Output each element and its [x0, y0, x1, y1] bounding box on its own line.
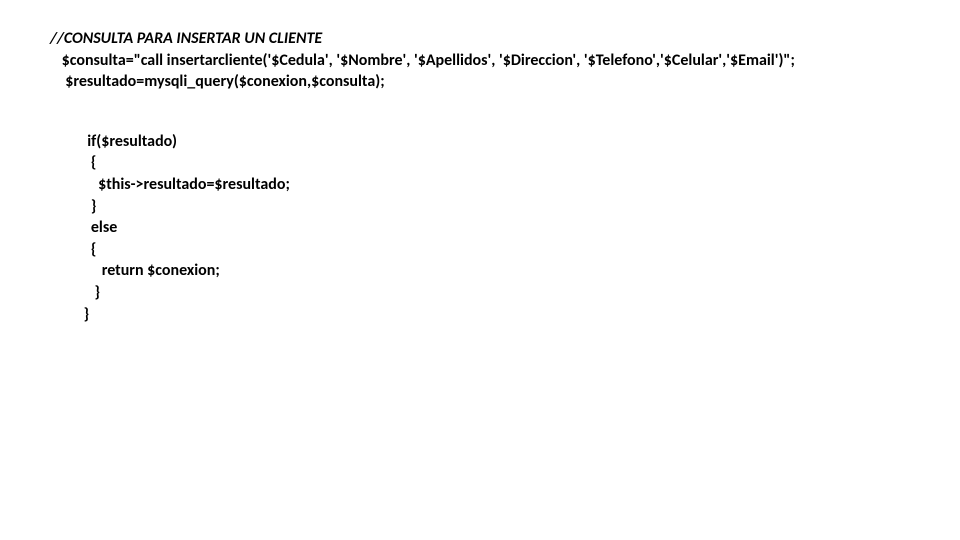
code-line-else: else	[80, 217, 910, 239]
code-line-consulta: $consulta="call insertarcliente('$Cedula…	[50, 50, 910, 72]
code-line-brace-close-1: }	[80, 196, 910, 218]
code-comment: //CONSULTA PARA INSERTAR UN CLIENTE	[50, 28, 910, 50]
code-line-brace-close-2: }	[80, 282, 910, 304]
code-line-resultado: $resultado=mysqli_query($conexion,$consu…	[50, 71, 910, 93]
code-block: if($resultado) { $this->resultado=$resul…	[50, 131, 910, 325]
code-line-brace-open-2: {	[80, 239, 910, 261]
code-line-assign: $this->resultado=$resultado;	[80, 174, 910, 196]
code-line-return: return $conexion;	[80, 260, 910, 282]
code-line-if: if($resultado)	[80, 131, 910, 153]
code-line-brace-open-1: {	[80, 152, 910, 174]
code-line-brace-close-3: }	[80, 304, 910, 326]
